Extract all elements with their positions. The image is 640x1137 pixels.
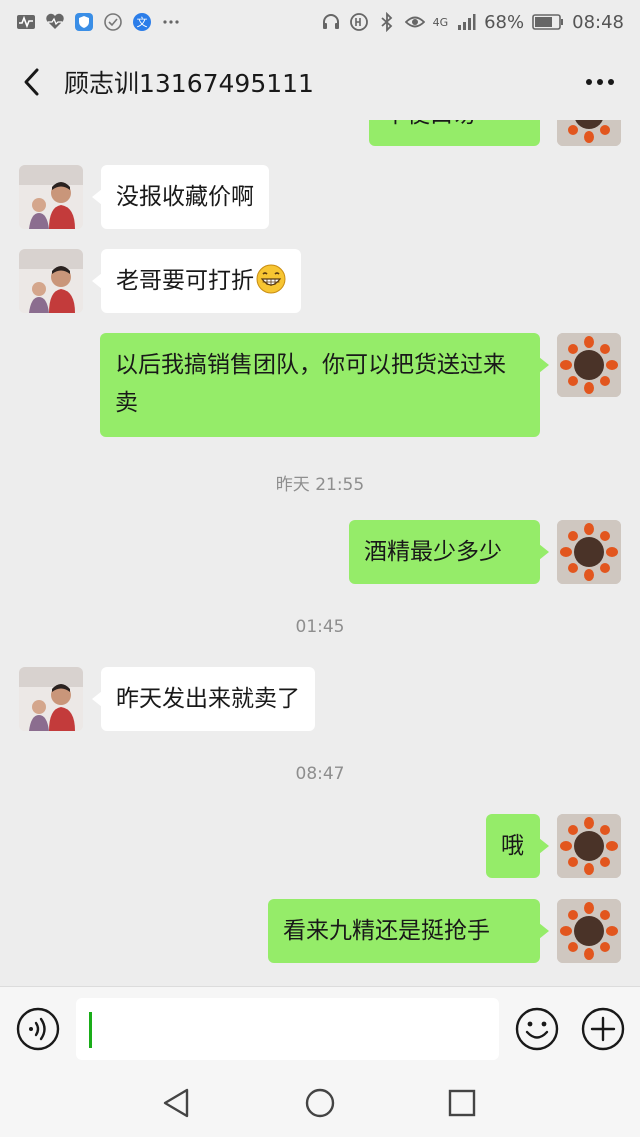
flower-avatar-icon — [557, 520, 621, 584]
voice-icon — [16, 1007, 60, 1051]
bluetooth-icon — [380, 12, 392, 32]
message-bubble-outgoing[interactable]: 酒精最少多少 — [349, 520, 549, 584]
chat-header: 顾志训13167495111 — [0, 44, 640, 120]
message-text: 看来九精还是挺抢手 — [283, 918, 490, 944]
heart-rate-icon — [46, 13, 64, 29]
voice-button[interactable] — [16, 1007, 60, 1051]
shield-app-icon — [75, 13, 93, 31]
avatar-self[interactable] — [557, 520, 621, 584]
flower-avatar-icon — [557, 899, 621, 963]
more-icon — [586, 79, 614, 85]
timestamp: 08:47 — [295, 764, 345, 784]
message-text: 昨天发出来就卖了 — [116, 686, 300, 712]
timestamp: 昨天 21:55 — [275, 475, 365, 495]
message-bubble-outgoing[interactable]: 哦 — [486, 814, 549, 878]
input-bar — [0, 986, 640, 1068]
timestamp: 01:45 — [295, 617, 345, 637]
contact-photo-icon — [19, 249, 83, 313]
message-text: 中使口芴 — [384, 120, 476, 128]
nav-back-icon — [163, 1088, 189, 1118]
avatar-contact[interactable] — [19, 667, 83, 731]
more-actions-button[interactable] — [581, 1007, 625, 1051]
emoji-button[interactable] — [515, 1007, 559, 1051]
network-label: 4G — [432, 15, 449, 29]
status-bar: 文 4G 68% 08:48 — [0, 0, 640, 44]
more-button[interactable] — [576, 62, 624, 102]
message-bubble-outgoing[interactable]: 看来九精还是挺抢手 — [268, 899, 549, 963]
hd-call-icon — [349, 13, 368, 31]
message-bubble-incoming[interactable]: 没报收藏价啊 — [92, 165, 269, 229]
avatar-self[interactable] — [557, 899, 621, 963]
nav-home-icon — [305, 1088, 335, 1118]
battery-icon — [532, 14, 564, 30]
flower-avatar-icon — [557, 814, 621, 878]
nav-recents-icon — [448, 1089, 476, 1117]
translate-icon: 文 — [133, 13, 151, 31]
contact-photo-icon — [19, 165, 83, 229]
headset-icon — [322, 14, 339, 29]
plus-icon — [581, 1007, 625, 1051]
battery-percent: 68% — [484, 11, 525, 33]
message-bubble-incoming[interactable]: 老哥要可打折 — [92, 249, 301, 313]
back-icon — [24, 68, 39, 96]
message-list[interactable]: 中使口芴 没报收藏价啊 老哥要可打折 以后我搞销售团队，你可以把货送过来卖 昨天… — [0, 120, 640, 986]
grin-emoji-icon — [256, 264, 286, 294]
more-notifications-icon — [163, 20, 179, 24]
text-caret — [89, 1012, 92, 1048]
flower-avatar-icon — [557, 120, 621, 146]
avatar-self[interactable] — [557, 814, 621, 878]
avatar-contact[interactable] — [19, 165, 83, 229]
chat-title: 顾志训13167495111 — [64, 69, 314, 98]
eye-icon — [404, 16, 425, 28]
signal-icon — [458, 14, 476, 30]
check-circle-icon — [104, 13, 122, 31]
svg-text:文: 文 — [137, 15, 148, 29]
message-input[interactable] — [76, 998, 499, 1060]
nav-recents-button[interactable] — [444, 1085, 480, 1121]
message-bubble-outgoing[interactable]: 以后我搞销售团队，你可以把货送过来卖 — [100, 333, 549, 437]
system-nav-bar — [0, 1068, 640, 1137]
avatar-self[interactable] — [557, 333, 621, 397]
message-bubble-incoming[interactable]: 昨天发出来就卖了 — [92, 667, 315, 731]
clock: 08:48 — [572, 11, 624, 33]
contact-photo-icon — [19, 667, 83, 731]
avatar-contact[interactable] — [19, 249, 83, 313]
activity-icon — [17, 15, 35, 29]
message-text: 哦 — [501, 833, 524, 859]
emoji-icon — [515, 1007, 559, 1051]
message-text: 以后我搞销售团队，你可以把货送过来卖 — [115, 352, 506, 416]
message-text: 没报收藏价啊 — [116, 184, 254, 210]
message-bubble-outgoing[interactable]: 中使口芴 — [369, 120, 540, 146]
back-button[interactable] — [0, 44, 64, 120]
nav-home-button[interactable] — [302, 1085, 338, 1121]
avatar-self[interactable] — [557, 120, 621, 146]
flower-avatar-icon — [557, 333, 621, 397]
message-text: 老哥要可打折 — [116, 268, 254, 294]
nav-back-button[interactable] — [159, 1085, 195, 1121]
message-text: 酒精最少多少 — [364, 539, 502, 565]
